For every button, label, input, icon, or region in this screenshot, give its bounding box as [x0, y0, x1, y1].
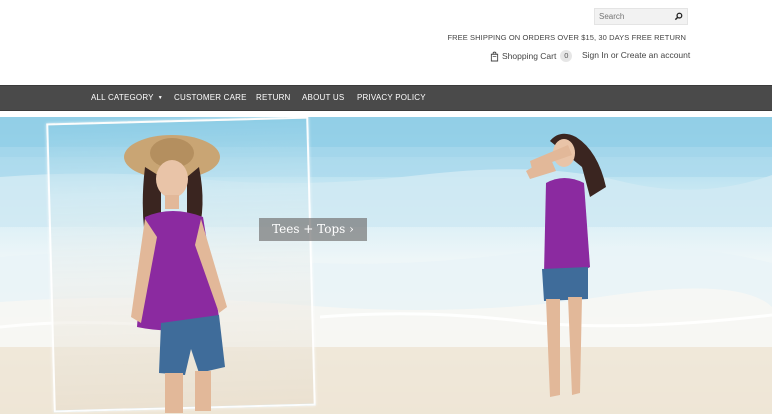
- tees-tops-banner-link[interactable]: Tees + Tops ›: [259, 218, 367, 241]
- nav-item-label: ALL CATEGORY: [91, 93, 154, 102]
- chevron-down-icon: ▼: [157, 95, 163, 101]
- create-account-link[interactable]: Create an account: [621, 50, 690, 60]
- model-walking-image: [526, 133, 606, 397]
- promo-text: FREE SHIPPING ON ORDERS OVER $15, 30 DAY…: [447, 33, 686, 42]
- nav-item-customer-care[interactable]: CUSTOMER CARE: [174, 86, 247, 110]
- search-box[interactable]: [594, 8, 688, 25]
- nav-item-all-category[interactable]: ALL CATEGORY ▼: [91, 86, 163, 110]
- nav-item-label: CUSTOMER CARE: [174, 93, 247, 102]
- shopping-bag-icon: [490, 51, 499, 61]
- search-input[interactable]: [599, 10, 669, 22]
- search-icon[interactable]: [674, 12, 683, 21]
- or-text: or: [610, 50, 619, 60]
- cart-count-badge: 0: [560, 50, 573, 62]
- nav-item-privacy-policy[interactable]: PRIVACY POLICY: [357, 86, 426, 110]
- shopping-cart-link[interactable]: Shopping Cart 0: [490, 49, 573, 63]
- model-with-hat-image: [124, 135, 227, 413]
- nav-item-label: RETURN: [256, 93, 291, 102]
- nav-item-about-us[interactable]: ABOUT US: [302, 86, 344, 110]
- sign-in-link[interactable]: Sign In: [582, 50, 608, 60]
- hero-banner[interactable]: Tees + Tops ›: [0, 117, 772, 414]
- account-links: Sign In or Create an account: [582, 50, 690, 60]
- nav-item-return[interactable]: RETURN: [256, 86, 291, 110]
- cart-label: Shopping Cart: [502, 51, 557, 61]
- main-nav: ALL CATEGORY ▼ CUSTOMER CARE RETURN ABOUT…: [0, 85, 772, 111]
- nav-item-label: ABOUT US: [302, 93, 345, 102]
- nav-item-label: PRIVACY POLICY: [357, 93, 426, 102]
